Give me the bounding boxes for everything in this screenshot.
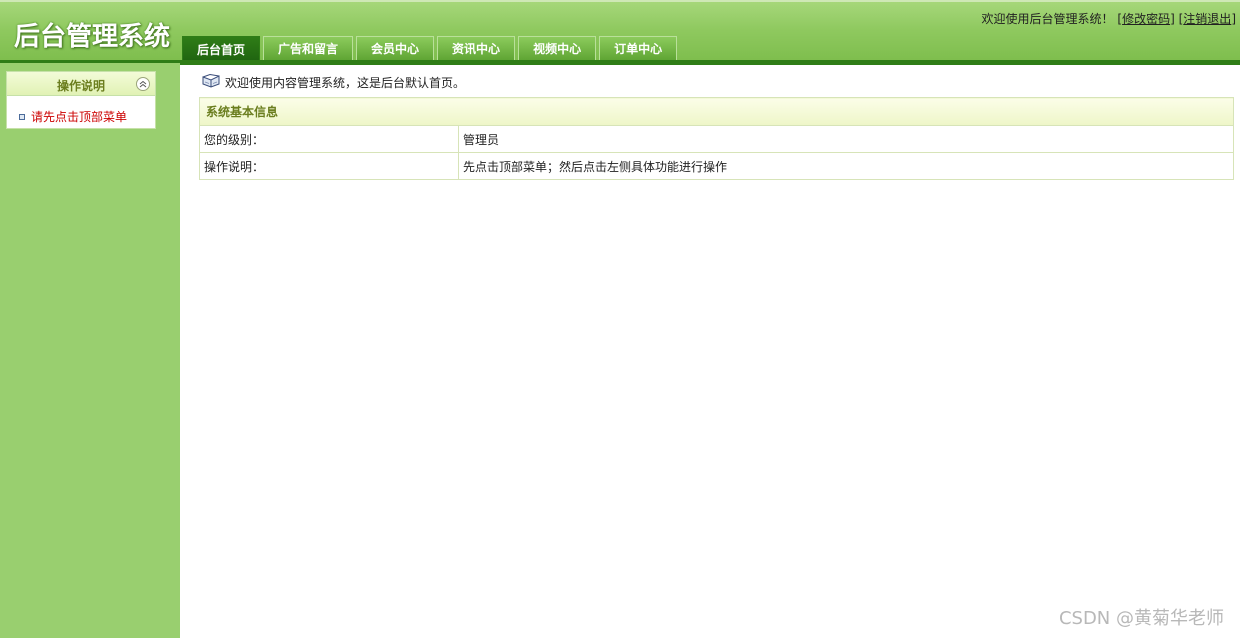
intro-line: 欢迎使用内容管理系统，这是后台默认首页。 bbox=[202, 73, 466, 91]
intro-text: 欢迎使用内容管理系统，这是后台默认首页。 bbox=[225, 76, 466, 90]
tab-videos[interactable]: 视频中心 bbox=[518, 36, 597, 60]
welcome-text: 欢迎使用后台管理系统！ bbox=[981, 12, 1114, 26]
app-logo-title: 后台管理系统 bbox=[14, 22, 171, 52]
logout-link[interactable]: 注销退出 bbox=[1183, 12, 1231, 26]
welcome-bar: 欢迎使用后台管理系统！ [修改密码] [注销退出] bbox=[981, 12, 1236, 26]
sidebar: 操作说明 请先点击顶部菜单 bbox=[0, 63, 180, 638]
tab-members[interactable]: 会员中心 bbox=[356, 36, 435, 60]
sidebar-item-click-top-menu[interactable]: 请先点击顶部菜单 bbox=[19, 108, 127, 125]
top-header: 后台管理系统 欢迎使用后台管理系统！ [修改密码] [注销退出] 后台首页 广告… bbox=[0, 0, 1240, 65]
row-label-instructions: 操作说明： bbox=[199, 152, 459, 180]
row-value-user-level: 管理员 bbox=[458, 125, 1234, 153]
table-row: 您的级别： 管理员 bbox=[199, 125, 1234, 153]
tab-orders[interactable]: 订单中心 bbox=[599, 36, 678, 60]
chevron-up-icon[interactable] bbox=[136, 77, 150, 91]
tab-news[interactable]: 资讯中心 bbox=[437, 36, 516, 60]
table-row: 操作说明： 先点击顶部菜单；然后点击左侧具体功能进行操作 bbox=[199, 152, 1234, 180]
sidebar-item-label: 请先点击顶部菜单 bbox=[31, 110, 128, 124]
row-value-instructions: 先点击顶部菜单；然后点击左侧具体功能进行操作 bbox=[458, 152, 1234, 180]
system-info-table: 系统基本信息 您的级别： 管理员 操作说明： 先点击顶部菜单；然后点击左侧具体功… bbox=[199, 97, 1234, 180]
row-label-user-level: 您的级别： bbox=[199, 125, 459, 153]
header-divider bbox=[0, 60, 1240, 65]
sidebar-panel-title: 操作说明 bbox=[56, 79, 105, 93]
bullet-icon bbox=[19, 113, 25, 120]
watermark: CSDN @黄菊华老师 bbox=[1058, 608, 1224, 629]
sidebar-panel-header: 操作说明 bbox=[7, 72, 155, 96]
tab-ads-messages[interactable]: 广告和留言 bbox=[263, 36, 354, 60]
sidebar-panel: 操作说明 请先点击顶部菜单 bbox=[6, 71, 156, 129]
book-icon bbox=[202, 73, 220, 91]
top-nav-tabs: 后台首页 广告和留言 会员中心 资讯中心 视频中心 订单中心 bbox=[182, 36, 678, 62]
change-password-link[interactable]: 修改密码 bbox=[1122, 12, 1170, 26]
system-info-title: 系统基本信息 bbox=[199, 97, 1234, 126]
tab-home[interactable]: 后台首页 bbox=[182, 36, 261, 62]
